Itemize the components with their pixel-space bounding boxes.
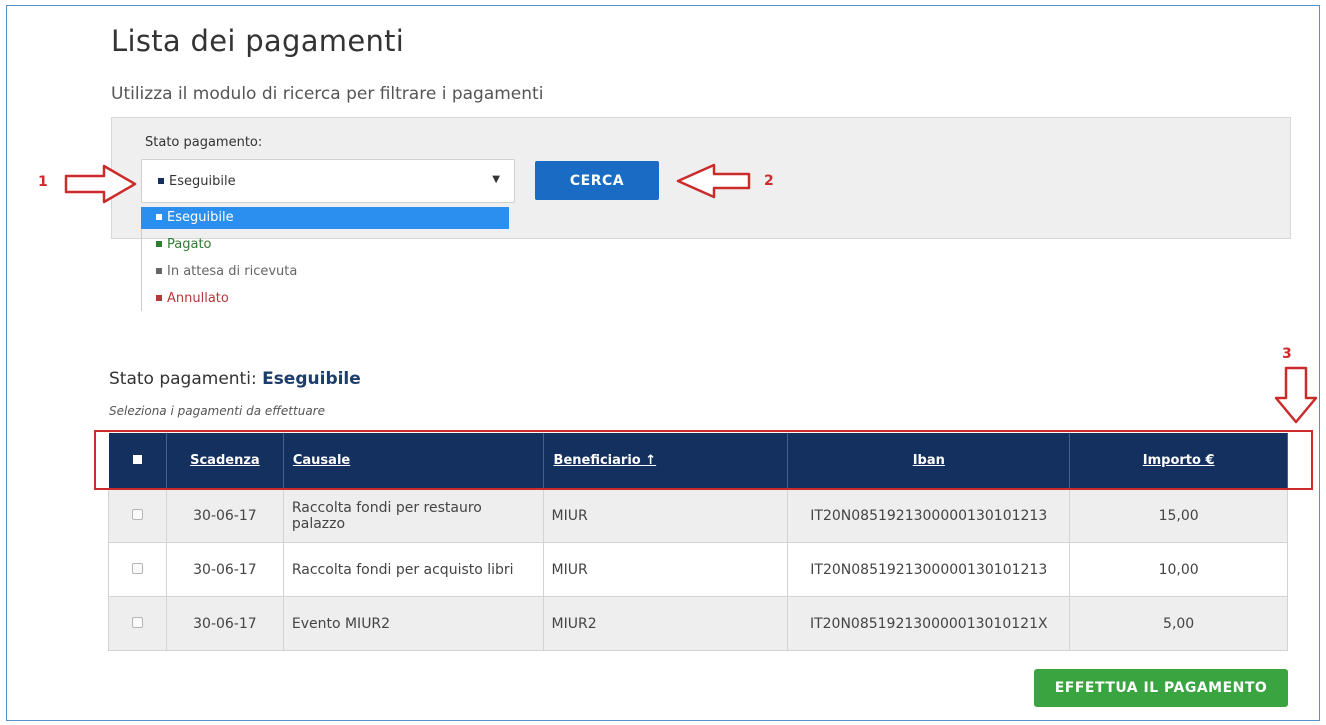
cell-scadenza: 30-06-17 bbox=[165, 488, 284, 543]
effettua-pagamento-button[interactable]: EFFETTUA IL PAGAMENTO bbox=[1034, 669, 1288, 707]
arrow-right-icon bbox=[64, 164, 137, 204]
annotation-2: 2 bbox=[764, 173, 774, 189]
results-heading: Stato pagamenti: Eseguibile bbox=[109, 369, 361, 389]
cell-causale: Evento MIUR2 bbox=[282, 596, 544, 651]
cell-iban: IT20N0851921300000130101213 bbox=[787, 542, 1071, 597]
cell-importo: 10,00 bbox=[1069, 542, 1288, 597]
results-status-value: Eseguibile bbox=[262, 369, 361, 389]
cell-beneficiario: MIUR2 bbox=[542, 596, 789, 651]
table-row: 30-06-17 Raccolta fondi per acquisto lib… bbox=[108, 542, 1288, 597]
cell-scadenza: 30-06-17 bbox=[165, 542, 284, 597]
arrow-left-icon bbox=[676, 163, 751, 199]
cell-scadenza: 30-06-17 bbox=[165, 596, 284, 651]
row-checkbox[interactable] bbox=[108, 542, 167, 597]
checkbox-icon bbox=[131, 562, 143, 574]
cell-beneficiario: MIUR bbox=[542, 542, 789, 597]
cell-importo: 15,00 bbox=[1069, 488, 1288, 543]
arrow-down-icon bbox=[1274, 366, 1318, 424]
cell-causale: Raccolta fondi per restauro palazzo bbox=[282, 488, 544, 543]
table-row: 30-06-17 Raccolta fondi per restauro pal… bbox=[108, 488, 1288, 543]
row-checkbox[interactable] bbox=[108, 488, 167, 543]
row-checkbox[interactable] bbox=[108, 596, 167, 651]
checkbox-icon bbox=[131, 616, 143, 628]
cell-iban: IT20N085192130000013010121X bbox=[787, 596, 1071, 651]
cell-iban: IT20N0851921300000130101213 bbox=[787, 488, 1071, 543]
annotation-highlight-box bbox=[94, 430, 1313, 490]
annotation-3: 3 bbox=[1282, 346, 1292, 362]
annotation-1: 1 bbox=[38, 174, 48, 190]
results-hint: Seleziona i pagamenti da effettuare bbox=[109, 404, 325, 418]
table-row: 30-06-17 Evento MIUR2 MIUR2 IT20N0851921… bbox=[108, 596, 1288, 651]
cell-beneficiario: MIUR bbox=[542, 488, 789, 543]
cell-importo: 5,00 bbox=[1069, 596, 1288, 651]
cell-causale: Raccolta fondi per acquisto libri bbox=[282, 542, 544, 597]
checkbox-icon bbox=[131, 508, 143, 520]
